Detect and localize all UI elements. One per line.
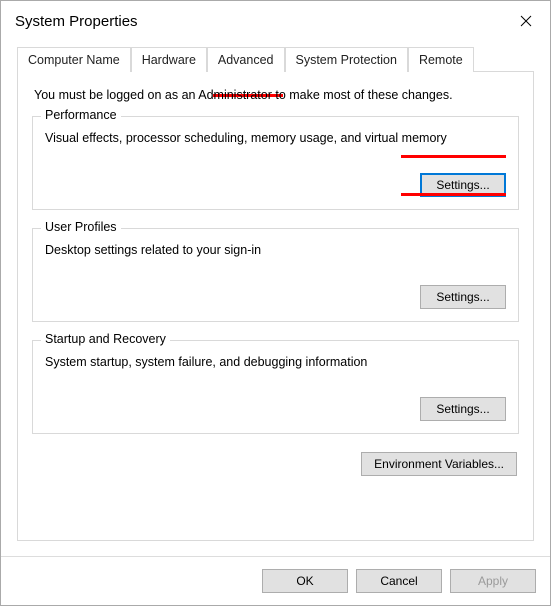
titlebar: System Properties (1, 1, 550, 37)
annotation-perf-line-2 (401, 193, 506, 196)
group-performance-legend: Performance (41, 108, 121, 122)
tab-hardware[interactable]: Hardware (131, 47, 207, 72)
group-performance-desc: Visual effects, processor scheduling, me… (45, 131, 506, 145)
bottom-button-bar: OK Cancel Apply (1, 556, 550, 605)
content-area: Computer Name Hardware Advanced System P… (1, 37, 550, 556)
group-startup-recovery: Startup and Recovery System startup, sys… (32, 340, 519, 434)
group-performance: Performance Visual effects, processor sc… (32, 116, 519, 210)
tab-computer-name[interactable]: Computer Name (17, 47, 131, 72)
group-user-profiles-desc: Desktop settings related to your sign-in (45, 243, 506, 257)
group-startup-legend: Startup and Recovery (41, 332, 170, 346)
apply-button[interactable]: Apply (450, 569, 536, 593)
user-profiles-settings-button[interactable]: Settings... (420, 285, 506, 309)
group-startup-desc: System startup, system failure, and debu… (45, 355, 506, 369)
close-icon (520, 15, 532, 27)
annotation-perf-line-1 (401, 155, 506, 158)
tab-system-protection[interactable]: System Protection (285, 47, 408, 72)
tab-remote[interactable]: Remote (408, 47, 474, 72)
system-properties-window: System Properties Computer Name Hardware… (0, 0, 551, 606)
environment-variables-button[interactable]: Environment Variables... (361, 452, 517, 476)
tab-panel-advanced: You must be logged on as an Administrato… (17, 71, 534, 541)
window-title: System Properties (15, 13, 138, 30)
startup-settings-button[interactable]: Settings... (420, 397, 506, 421)
group-user-profiles: User Profiles Desktop settings related t… (32, 228, 519, 322)
group-user-profiles-legend: User Profiles (41, 220, 121, 234)
tab-advanced[interactable]: Advanced (207, 47, 285, 72)
tab-strip: Computer Name Hardware Advanced System P… (17, 47, 534, 72)
admin-note: You must be logged on as an Administrato… (34, 88, 517, 102)
ok-button[interactable]: OK (262, 569, 348, 593)
cancel-button[interactable]: Cancel (356, 569, 442, 593)
close-button[interactable] (514, 9, 538, 33)
env-row: Environment Variables... (32, 452, 519, 476)
